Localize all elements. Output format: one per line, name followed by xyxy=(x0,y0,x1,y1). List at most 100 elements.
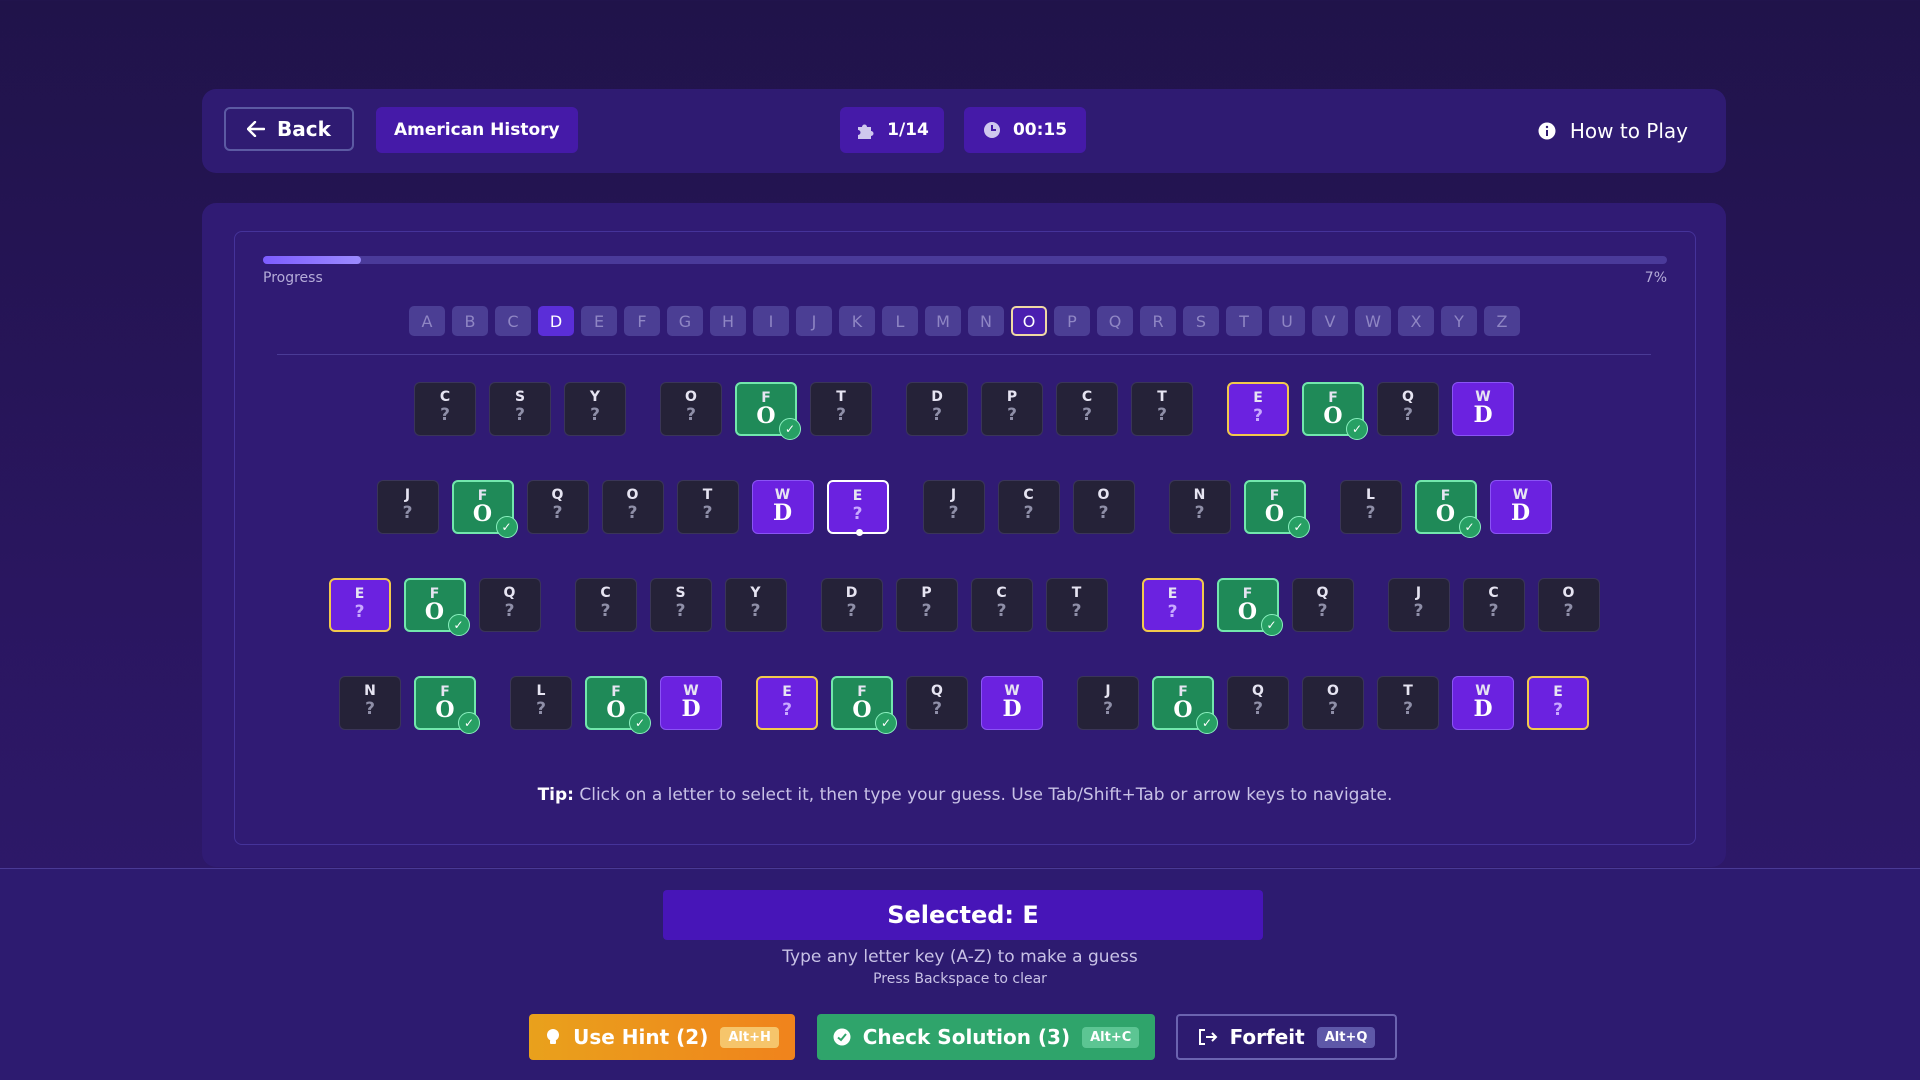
check-solution-button[interactable]: Check Solution (3) Alt+C xyxy=(817,1014,1155,1060)
cipher-tile[interactable]: WD xyxy=(981,676,1043,730)
cipher-tile[interactable]: F O ✓ xyxy=(1216,578,1283,636)
cipher-tile[interactable]: O? xyxy=(1537,578,1600,632)
cipher-tile[interactable]: C? xyxy=(970,578,1033,632)
guess-letter: ? xyxy=(1103,699,1113,719)
cipher-tile[interactable]: L? xyxy=(510,676,572,730)
cipher-tile[interactable]: C? xyxy=(1056,382,1118,436)
forfeit-button[interactable]: Forfeit Alt+Q xyxy=(1176,1014,1397,1060)
cipher-tile[interactable]: Q? xyxy=(906,676,968,730)
cipher-tile[interactable]: T? xyxy=(1377,676,1439,730)
back-label: Back xyxy=(277,117,331,141)
cipher-tile[interactable]: Y? xyxy=(724,578,787,632)
cipher-tile[interactable]: J? xyxy=(1387,578,1450,632)
cipher-tile[interactable]: Q? xyxy=(1377,382,1439,436)
cipher-tile[interactable]: WD xyxy=(1452,676,1514,730)
hint-shortcut: Alt+H xyxy=(720,1026,779,1048)
cipher-tile[interactable]: P? xyxy=(895,578,958,632)
cipher-letter: P xyxy=(921,585,932,601)
cipher-letter: O xyxy=(1097,487,1110,503)
cipher-tile[interactable]: N? xyxy=(339,676,401,730)
guess-letter: ? xyxy=(515,405,525,425)
cipher-tile[interactable]: F O ✓ xyxy=(1414,480,1481,538)
cipher-tile[interactable]: O? xyxy=(601,480,664,534)
cipher-tile[interactable]: E? xyxy=(328,578,391,632)
guess-letter: ? xyxy=(686,405,696,425)
cipher-tile[interactable]: J? xyxy=(922,480,985,534)
cipher-tile[interactable]: C? xyxy=(574,578,637,632)
cipher-tile[interactable]: WD xyxy=(1489,480,1552,534)
cipher-tile[interactable]: T? xyxy=(1045,578,1108,632)
cipher-tile[interactable]: J? xyxy=(1077,676,1139,730)
cipher-tile[interactable]: T? xyxy=(676,480,739,534)
cipher-letter: C xyxy=(1023,487,1034,503)
cipher-tile[interactable]: E? xyxy=(1527,676,1589,730)
guess-letter: ? xyxy=(1413,601,1424,621)
use-hint-button[interactable]: Use Hint (2) Alt+H xyxy=(529,1014,795,1060)
cipher-tile[interactable]: S? xyxy=(649,578,712,632)
cipher-tile[interactable]: P? xyxy=(981,382,1043,436)
puzzle-counter-text: 1/14 xyxy=(887,120,929,140)
cipher-letter: J xyxy=(1415,585,1422,601)
cipher-letter: L xyxy=(1366,487,1375,503)
cipher-tile[interactable]: E? xyxy=(756,676,818,730)
cipher-tile[interactable]: T? xyxy=(1131,382,1193,436)
cipher-tile[interactable]: C? xyxy=(997,480,1060,534)
guess-letter: ? xyxy=(402,503,413,523)
cipher-tile[interactable]: S? xyxy=(489,382,551,436)
cipher-tile[interactable]: N? xyxy=(1168,480,1231,534)
cipher-tile[interactable]: D? xyxy=(906,382,968,436)
cipher-tile[interactable]: F O ✓ xyxy=(585,676,651,734)
cipher-tile[interactable]: F O ✓ xyxy=(414,676,480,734)
cipher-tile[interactable]: F O ✓ xyxy=(735,382,801,440)
guess-letter: ? xyxy=(1488,601,1499,621)
puzzle-board: Progress 7% ABCDEFGHIJKLMNOPQRSTUVWXYZ C… xyxy=(234,231,1696,845)
cipher-tile[interactable]: F O ✓ xyxy=(451,480,518,538)
cipher-tile[interactable]: L? xyxy=(1339,480,1402,534)
cipher-tile[interactable]: F O ✓ xyxy=(1302,382,1368,440)
cipher-tile[interactable]: Q? xyxy=(526,480,589,534)
cipher-tile[interactable]: F O ✓ xyxy=(403,578,470,636)
cipher-tile[interactable]: Q? xyxy=(1227,676,1289,730)
cipher-letter: L xyxy=(536,683,546,699)
cipher-tile[interactable]: C? xyxy=(414,382,476,436)
cipher-tile[interactable]: Q? xyxy=(1291,578,1354,632)
check-solution-label: Check Solution (3) xyxy=(862,1025,1071,1049)
arrow-left-icon xyxy=(247,121,266,137)
cipher-tile[interactable]: WD xyxy=(660,676,722,730)
guess-letter: ? xyxy=(440,405,450,425)
cipher-tile[interactable]: J? xyxy=(376,480,439,534)
cipher-tile[interactable]: E? xyxy=(826,480,889,536)
alphabet-key-m: M xyxy=(925,306,961,336)
guess-letter: ? xyxy=(1167,602,1178,622)
category-badge: American History xyxy=(376,107,578,153)
cipher-tile[interactable]: F O ✓ xyxy=(831,676,897,734)
cipher-tile[interactable]: Q? xyxy=(478,578,541,632)
cipher-tile[interactable]: WD xyxy=(751,480,814,534)
cipher-tile[interactable]: F O ✓ xyxy=(1152,676,1218,734)
cipher-tile[interactable]: O? xyxy=(660,382,722,436)
guess-letter: ? xyxy=(750,601,761,621)
cipher-tile[interactable]: E? xyxy=(1227,382,1289,436)
cipher-tile[interactable]: WD xyxy=(1452,382,1514,436)
cipher-letter: N xyxy=(1193,487,1206,503)
how-to-play-button[interactable]: How to Play xyxy=(1538,109,1688,153)
back-button[interactable]: Back xyxy=(224,107,354,151)
alphabet-key-e: E xyxy=(581,306,617,336)
cipher-letter: E xyxy=(1253,390,1263,406)
guess-letter: ? xyxy=(932,699,942,719)
cipher-letter: E xyxy=(354,586,365,602)
check-icon: ✓ xyxy=(1260,614,1283,636)
guess-letter: ? xyxy=(590,405,600,425)
cipher-tile[interactable]: O? xyxy=(1302,676,1364,730)
cipher-tile[interactable]: C? xyxy=(1462,578,1525,632)
cipher-tile[interactable]: Y? xyxy=(564,382,626,436)
tip-bold: Tip: xyxy=(537,785,574,805)
cipher-tile[interactable]: E? xyxy=(1141,578,1204,632)
cipher-letter: C xyxy=(1081,389,1093,405)
cipher-tile[interactable]: T? xyxy=(810,382,872,436)
cipher-tile[interactable]: F O ✓ xyxy=(1243,480,1310,538)
cipher-tile[interactable]: O? xyxy=(1072,480,1135,534)
cipher-tile[interactable]: D? xyxy=(820,578,883,632)
alphabet-key-c: C xyxy=(495,306,531,336)
guess-letter: ? xyxy=(932,405,942,425)
